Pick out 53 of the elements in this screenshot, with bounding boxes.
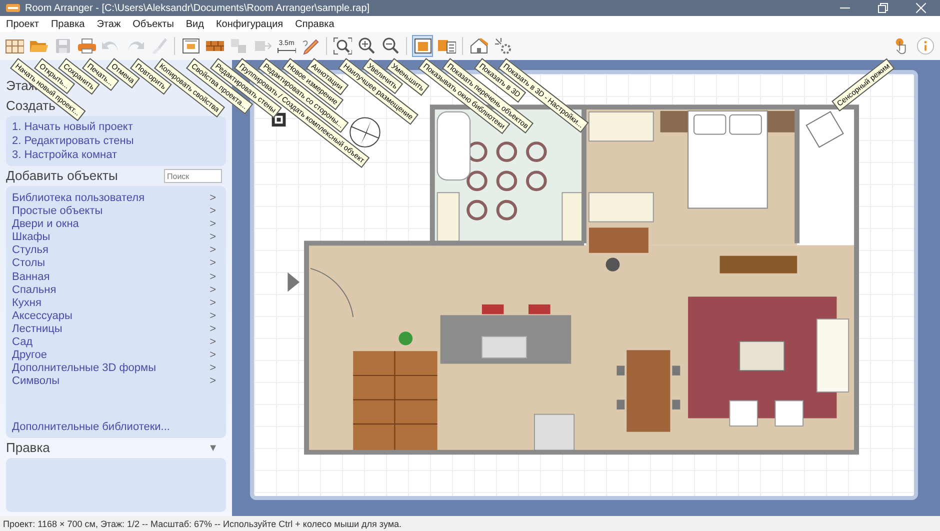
collapse-toggle[interactable]: ▼ bbox=[208, 442, 218, 454]
grid-icon bbox=[5, 37, 24, 55]
menu-item[interactable]: Справка bbox=[295, 18, 334, 30]
restore-icon[interactable] bbox=[878, 3, 888, 13]
toolbar-button[interactable] bbox=[412, 35, 433, 57]
printer-icon bbox=[77, 37, 96, 55]
app-icon bbox=[6, 3, 20, 13]
zoom-out-icon bbox=[381, 37, 400, 55]
category-item[interactable]: Шкафы > bbox=[12, 231, 220, 244]
menu-item[interactable]: Объекты bbox=[132, 18, 174, 30]
search-field[interactable]: Поиск bbox=[164, 169, 222, 183]
entrance-arrow-icon bbox=[288, 272, 300, 292]
menu-item[interactable]: Правка bbox=[50, 18, 85, 30]
toolbar-button[interactable] bbox=[332, 35, 353, 57]
menu-item[interactable]: Вид bbox=[186, 18, 204, 30]
category-item[interactable]: Простые объекты > bbox=[12, 205, 220, 218]
window-title: Room Arranger - [C:\Users\Aleksandr\Documents\Room Arranger\sample.rap] bbox=[25, 2, 370, 14]
menu-item[interactable]: Конфигурация bbox=[216, 18, 284, 30]
category-item[interactable]: Библиотека пользователя > bbox=[12, 192, 220, 206]
ruler-icon bbox=[277, 48, 296, 52]
category-item[interactable]: Ванная > bbox=[12, 270, 220, 284]
category-item[interactable]: Столы > bbox=[12, 257, 220, 271]
info-icon bbox=[916, 36, 935, 56]
section-title: Правка bbox=[6, 439, 50, 457]
box-icon bbox=[413, 37, 432, 55]
menu-item[interactable]: Этаж bbox=[96, 18, 121, 30]
category-item[interactable]: Символы > bbox=[12, 375, 220, 388]
category-item[interactable]: Лестницы > bbox=[12, 322, 220, 336]
zoom-fit-icon bbox=[333, 37, 352, 55]
category-item[interactable]: Кухня > bbox=[12, 296, 220, 310]
squares-icon bbox=[229, 37, 248, 55]
category-item[interactable]: Сад > bbox=[12, 336, 220, 350]
zoom-in-icon bbox=[357, 37, 376, 55]
category-item[interactable]: Другое > bbox=[12, 349, 220, 362]
create-link[interactable]: 2. Редактировать стены bbox=[12, 134, 134, 148]
create-link[interactable]: 3. Настройка комнат bbox=[12, 148, 118, 162]
close-icon[interactable] bbox=[916, 3, 926, 13]
create-link[interactable]: 1. Начать новый проект bbox=[12, 120, 133, 134]
more-libraries-link[interactable]: Дополнительные библиотеки... bbox=[12, 420, 170, 434]
category-item[interactable]: Аксессуары > bbox=[12, 310, 220, 323]
section-title: Добавить объекты bbox=[6, 167, 118, 185]
category-item[interactable]: Стулья > bbox=[12, 244, 220, 258]
category-item[interactable]: Дополнительные 3D формы > bbox=[12, 362, 220, 376]
pencil-icon bbox=[301, 37, 320, 55]
category-item[interactable]: Двери и окна > bbox=[12, 218, 220, 232]
status-bar: Проект: 1168 × 700 см, Этаж: 1/2 -- Масштаб: 67% -- Используйте Ctrl + колесо мыши для зума. bbox=[0, 516, 940, 531]
sparkle-icon bbox=[493, 37, 512, 55]
menu-item[interactable]: Проект bbox=[6, 18, 39, 30]
window-icon bbox=[181, 37, 200, 55]
category-item[interactable]: Спальня > bbox=[12, 284, 220, 297]
list-icon bbox=[437, 37, 456, 55]
toolbar-button[interactable] bbox=[492, 35, 513, 57]
house-icon bbox=[469, 37, 488, 55]
